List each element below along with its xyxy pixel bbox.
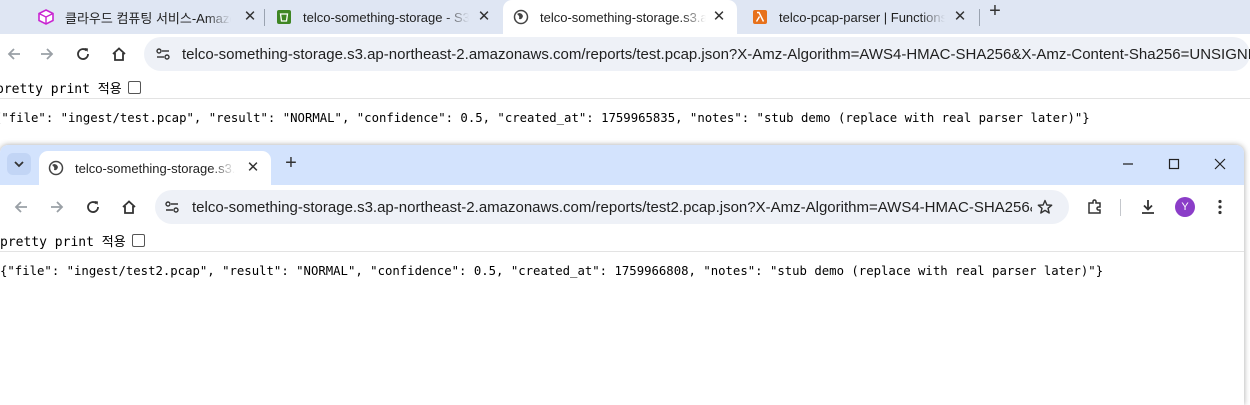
tab-s3-object[interactable]: telco-something-storage.s3.ap-northeast-…: [39, 151, 271, 185]
home-icon[interactable]: [117, 195, 141, 219]
json-content: {"file": "ingest/test2.pcap", "result": …: [0, 264, 1104, 278]
close-icon[interactable]: ✕: [245, 160, 261, 176]
close-icon[interactable]: ✕: [952, 9, 968, 25]
front-browser-window: telco-something-storage.s3.ap-northeast-…: [0, 145, 1244, 405]
divider: [0, 98, 1250, 99]
pretty-print-bar: pretty print 적용: [0, 232, 145, 250]
reload-icon[interactable]: [71, 42, 95, 66]
globe-icon: [48, 160, 64, 176]
tab-divider: [979, 9, 980, 26]
close-icon[interactable]: ✕: [242, 9, 258, 25]
close-window-icon[interactable]: [1205, 153, 1235, 175]
tab-title: 클라우드 컴퓨팅 서비스-Amazon Web Services: [65, 10, 231, 26]
extensions-puzzle-icon[interactable]: [1083, 195, 1107, 219]
lambda-icon: [752, 9, 768, 25]
reload-icon[interactable]: [81, 195, 105, 219]
back-tab-strip: 클라우드 컴퓨팅 서비스-Amazon Web Services ✕ telco…: [0, 0, 1250, 34]
toolbar-divider: [1120, 199, 1121, 216]
pretty-print-bar: pretty print 적용: [0, 79, 141, 97]
more-menu-icon[interactable]: [1208, 195, 1232, 219]
pretty-print-checkbox[interactable]: [127, 80, 141, 94]
back-arrow-icon[interactable]: [9, 195, 33, 219]
close-icon[interactable]: ✕: [476, 9, 492, 25]
site-info-icon[interactable]: [151, 42, 175, 66]
new-tab-button[interactable]: +: [983, 0, 1007, 24]
close-icon[interactable]: ✕: [711, 9, 727, 25]
site-info-icon[interactable]: [160, 195, 184, 219]
front-toolbar: telco-something-storage.s3.ap-northeast-…: [0, 185, 1244, 230]
tab-divider: [264, 9, 265, 26]
download-icon[interactable]: [1136, 195, 1160, 219]
tab-s3-object[interactable]: telco-something-storage.s3.ap-northeast-…: [503, 0, 737, 34]
tab-lambda[interactable]: telco-pcap-parser | Functions | Lambda ✕: [742, 0, 978, 34]
pretty-print-label: pretty print 적용: [0, 81, 122, 97]
url-text: telco-something-storage.s3.ap-northeast-…: [182, 46, 1250, 63]
forward-arrow-icon[interactable]: [45, 195, 69, 219]
globe-icon: [513, 9, 529, 25]
tab-search-chevron-down-icon[interactable]: [7, 153, 31, 175]
tab-s3-bucket[interactable]: telco-something-storage - S3 bucket ✕: [266, 0, 502, 34]
url-text: telco-something-storage.s3.ap-northeast-…: [192, 199, 1032, 216]
pretty-print-checkbox[interactable]: [131, 233, 145, 247]
tab-title: telco-something-storage.s3.ap-northeast-…: [75, 160, 235, 176]
aws-cube-icon: [38, 9, 54, 25]
front-tab-strip: telco-something-storage.s3.ap-northeast-…: [0, 145, 1244, 185]
profile-avatar[interactable]: Y: [1175, 197, 1195, 217]
maximize-icon[interactable]: [1159, 153, 1189, 175]
tab-title: telco-pcap-parser | Functions | Lambda: [779, 9, 945, 25]
s3-bucket-icon: [276, 9, 292, 25]
divider: [0, 251, 1244, 252]
back-arrow-icon[interactable]: [2, 42, 26, 66]
tab-title: telco-something-storage.s3.ap-northeast-…: [540, 9, 706, 25]
bookmark-star-icon[interactable]: [1033, 195, 1057, 219]
home-icon[interactable]: [107, 42, 131, 66]
new-tab-button[interactable]: +: [279, 152, 303, 176]
address-bar[interactable]: telco-something-storage.s3.ap-northeast-…: [155, 190, 1069, 224]
forward-arrow-icon[interactable]: [35, 42, 59, 66]
json-content: {"file": "ingest/test.pcap", "result": "…: [0, 111, 1090, 125]
address-bar[interactable]: telco-something-storage.s3.ap-northeast-…: [144, 37, 1250, 71]
tab-aws-console[interactable]: 클라우드 컴퓨팅 서비스-Amazon Web Services ✕: [28, 0, 268, 34]
back-toolbar: telco-something-storage.s3.ap-northeast-…: [0, 34, 1250, 74]
minimize-icon[interactable]: [1113, 153, 1143, 175]
pretty-print-label: pretty print 적용: [0, 234, 126, 250]
tab-title: telco-something-storage - S3 bucket: [303, 9, 469, 25]
